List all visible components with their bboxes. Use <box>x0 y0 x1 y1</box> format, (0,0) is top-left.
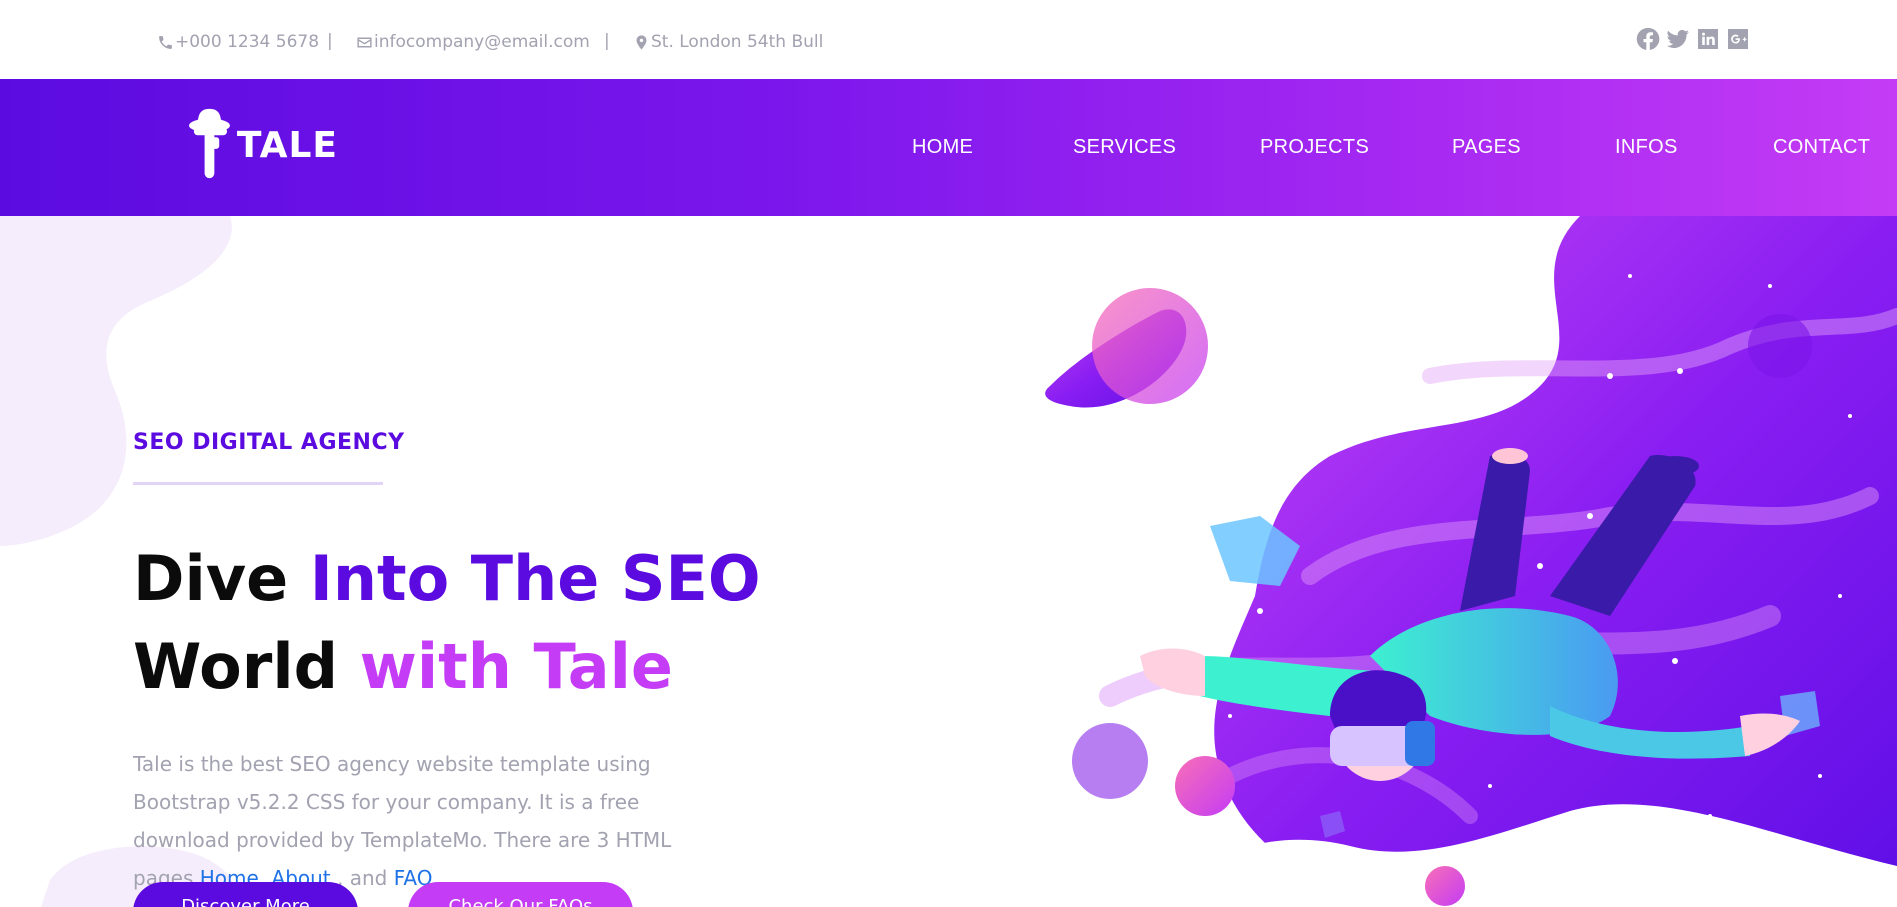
check-faqs-button[interactable]: Check Our FAQs <box>408 882 633 907</box>
background-blob-shape <box>0 216 232 546</box>
divider: | <box>327 31 333 51</box>
phone-text: +000 1234 5678 <box>175 32 320 52</box>
envelope-icon <box>357 37 372 47</box>
nav-contact[interactable]: CONTACT <box>1773 136 1870 159</box>
divider: | <box>604 31 610 51</box>
headline-dark-text: World <box>133 630 360 703</box>
main-navbar: TALE HOME SERVICES PROJECTS PAGES INFOS … <box>0 79 1897 216</box>
discover-more-button[interactable]: Discover More <box>133 882 358 907</box>
map-pin-icon <box>636 34 647 50</box>
hero-headline: Dive Into The SEO World with Tale <box>133 535 761 711</box>
top-info-bar: +000 1234 5678 | infocompany@email.com |… <box>0 0 1897 79</box>
social-links <box>1636 27 1750 51</box>
headline-line-1: Dive Into The SEO <box>133 535 761 623</box>
nav-infos[interactable]: INFOS <box>1615 136 1678 159</box>
phone-contact[interactable]: +000 1234 5678 <box>157 31 319 53</box>
nav-projects[interactable]: PROJECTS <box>1260 136 1369 159</box>
headline-line-2: World with Tale <box>133 623 761 711</box>
headline-purple-text: Into The SEO <box>309 542 761 615</box>
phone-icon <box>159 35 172 49</box>
address-contact[interactable]: St. London 54th Bull <box>633 31 823 53</box>
hero-illustration <box>1045 216 1897 907</box>
hero-description: Tale is the best SEO agency website temp… <box>133 745 733 897</box>
nav-home[interactable]: HOME <box>912 136 973 159</box>
email-text: infocompany@email.com <box>374 32 590 52</box>
nav-services[interactable]: SERVICES <box>1073 136 1176 159</box>
hero-tagline: SEO DIGITAL AGENCY <box>133 430 405 455</box>
facebook-icon <box>1636 27 1660 50</box>
twitter-link[interactable] <box>1666 27 1690 51</box>
logo[interactable]: TALE <box>188 107 338 183</box>
linkedin-link[interactable] <box>1696 27 1720 51</box>
linkedin-icon <box>1698 29 1718 49</box>
address-text: St. London 54th Bull <box>651 32 824 52</box>
headline-dark-text: Dive <box>133 542 310 615</box>
headline-magenta-text: with Tale <box>359 630 673 703</box>
google-plus-icon <box>1728 29 1748 49</box>
email-contact[interactable]: infocompany@email.com <box>356 31 590 53</box>
twitter-icon <box>1666 29 1689 48</box>
nav-pages[interactable]: PAGES <box>1452 136 1521 159</box>
google-plus-link[interactable] <box>1726 27 1750 51</box>
tagline-underline <box>133 482 383 485</box>
tale-logo-icon <box>188 108 230 179</box>
facebook-link[interactable] <box>1636 27 1660 51</box>
logo-text: TALE <box>236 124 338 166</box>
